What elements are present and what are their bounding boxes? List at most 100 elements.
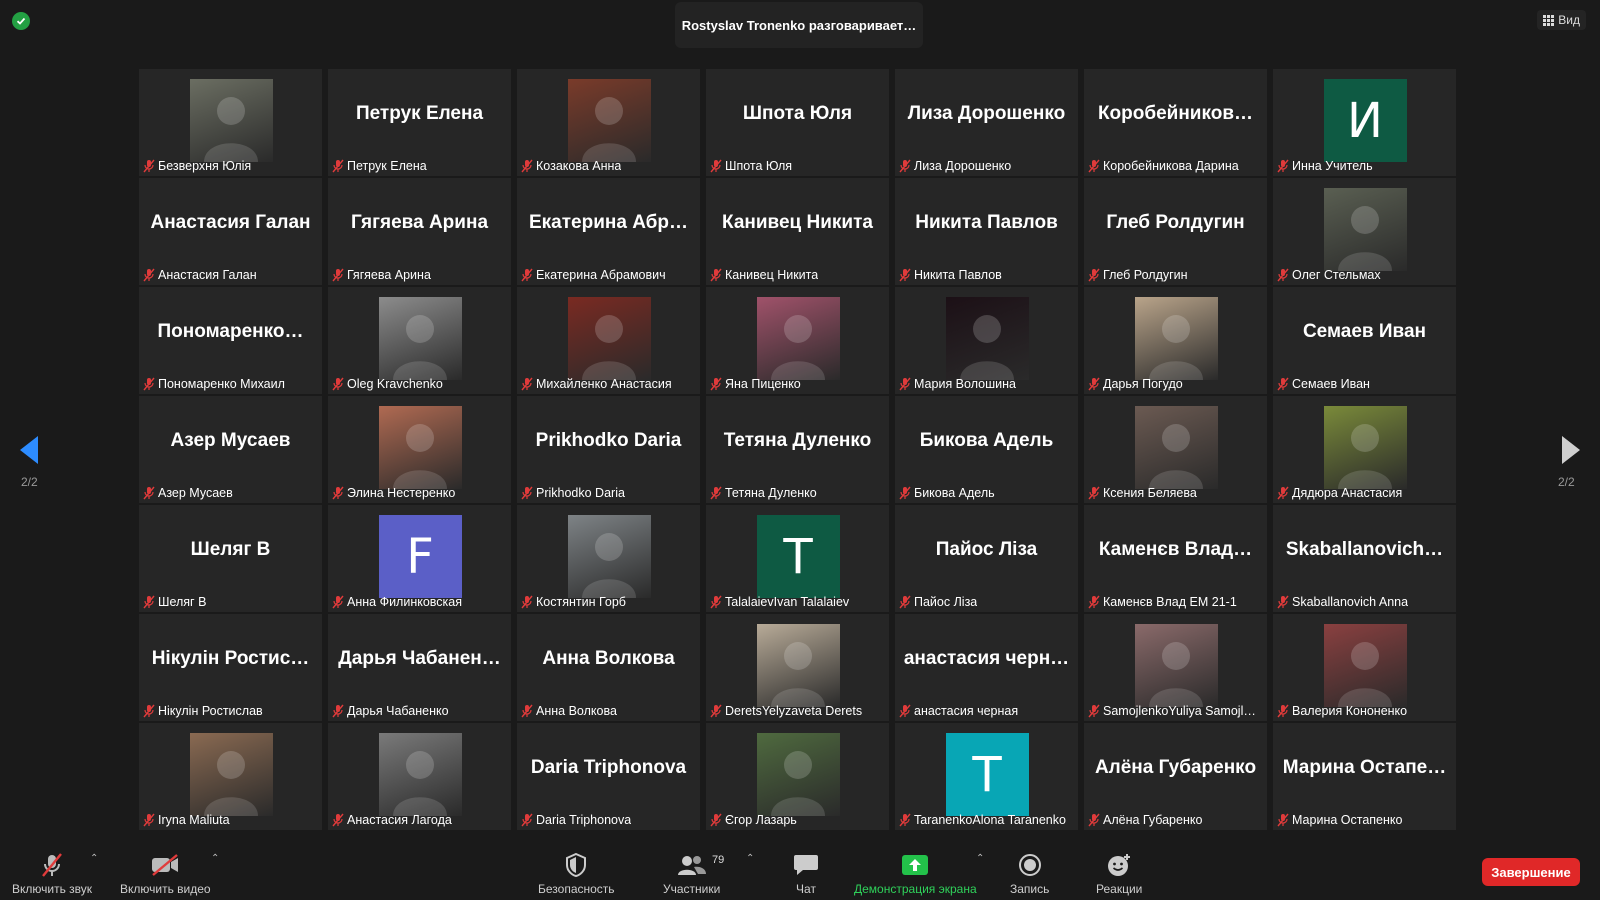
participant-tile[interactable]: Шпота Юля Шпота Юля	[706, 69, 889, 176]
mic-muted-icon	[710, 377, 722, 391]
participant-tile[interactable]: Prikhodko Daria Prikhodko Daria	[517, 396, 700, 503]
participant-name-label: Мария Волошина	[899, 376, 1016, 392]
participant-tile[interactable]: Ксения Беляева	[1084, 396, 1267, 503]
participant-tile[interactable]: Канивец Никита Канивец Никита	[706, 178, 889, 285]
participant-display-name: Бикова Адель	[919, 430, 1054, 451]
participant-name-label: Анастасия Галан	[143, 267, 257, 283]
participant-tile[interactable]: Дарья Погудо	[1084, 287, 1267, 394]
share-options-caret[interactable]: ⌃	[976, 853, 984, 864]
participant-tile[interactable]: Анастасия Лагода	[328, 723, 511, 830]
participant-name: Каменєв Влад ЕМ 21-1	[1103, 595, 1237, 609]
participant-tile[interactable]: Костянтин Горб	[517, 505, 700, 612]
participant-tile[interactable]: Валерия Кононенко	[1273, 614, 1456, 721]
participant-tile[interactable]: Азер Мусаев Азер Мусаев	[139, 396, 322, 503]
participant-name-label: Яна Пиценко	[710, 376, 801, 392]
participant-tile[interactable]: Олег Стельмах	[1273, 178, 1456, 285]
start-video-button[interactable]: Включить видео	[120, 851, 211, 896]
participant-tile[interactable]: Семаев Иван Семаев Иван	[1273, 287, 1456, 394]
chat-button[interactable]: Чат	[793, 851, 819, 896]
unmute-button[interactable]: Включить звук	[12, 851, 92, 896]
participant-name-label: Дарья Погудо	[1088, 376, 1183, 392]
participant-tile[interactable]: Глеб Ролдугин Глеб Ролдугин	[1084, 178, 1267, 285]
participant-letter-avatar: T	[945, 733, 1029, 816]
view-button[interactable]: Вид	[1537, 10, 1586, 30]
participant-tile[interactable]: Daria Triphonova Daria Triphonova	[517, 723, 700, 830]
participant-name: SamojlenkoYuliya Samojl…	[1103, 704, 1256, 718]
participant-tile[interactable]: Iryna Maliuta	[139, 723, 322, 830]
reactions-button[interactable]: Реакции	[1096, 851, 1142, 896]
participant-tile[interactable]: Skaballanovich… Skaballanovich Anna	[1273, 505, 1456, 612]
participant-tile[interactable]: Безверхня Юлія	[139, 69, 322, 176]
participant-name: Анастасия Лагода	[347, 813, 452, 827]
participant-name: Prikhodko Daria	[536, 486, 625, 500]
participant-tile[interactable]: анастасия черн… анастасия черная	[895, 614, 1078, 721]
participant-tile[interactable]: Каменєв Влад… Каменєв Влад ЕМ 21-1	[1084, 505, 1267, 612]
participant-tile[interactable]: Коробейников… Коробейникова Дарина	[1084, 69, 1267, 176]
participants-options-caret[interactable]: ⌃	[746, 853, 754, 864]
reactions-label: Реакции	[1096, 882, 1143, 896]
participant-name: Михайленко Анастасия	[536, 377, 672, 391]
mic-muted-icon	[332, 159, 344, 173]
participant-tile[interactable]: DeretsYelyzaveta Derets	[706, 614, 889, 721]
participant-tile[interactable]: Козакова Анна	[517, 69, 700, 176]
audio-options-caret[interactable]: ⌃	[90, 853, 98, 864]
participant-tile[interactable]: И Инна Учитель	[1273, 69, 1456, 176]
participant-tile[interactable]: Михайленко Анастасия	[517, 287, 700, 394]
participant-tile[interactable]: T TalalaievIvan Talalaiev	[706, 505, 889, 612]
participant-display-name: Пайос Ліза	[935, 539, 1038, 560]
end-meeting-button[interactable]: Завершение	[1482, 858, 1580, 886]
participant-tile[interactable]: Анастасия Галан Анастасия Галан	[139, 178, 322, 285]
participant-tile[interactable]: Лиза Дорошенко Лиза Дорошенко	[895, 69, 1078, 176]
participant-display-name: Daria Triphonova	[530, 757, 687, 778]
participant-tile[interactable]: Бикова Адель Бикова Адель	[895, 396, 1078, 503]
participant-name-label: Пайос Ліза	[899, 594, 977, 610]
previous-page-button[interactable]	[14, 432, 44, 468]
participant-tile[interactable]: Пайос Ліза Пайос Ліза	[895, 505, 1078, 612]
participant-tile[interactable]: Шеляг В Шеляг В	[139, 505, 322, 612]
video-options-caret[interactable]: ⌃	[211, 853, 219, 864]
participant-name-label: Анна Филинковская	[332, 594, 462, 610]
participant-tile[interactable]: Петрук Елена Петрук Елена	[328, 69, 511, 176]
participant-name-label: Семаев Иван	[1277, 376, 1370, 392]
mic-muted-icon	[521, 813, 533, 827]
participant-tile[interactable]: Элина Нестеренко	[328, 396, 511, 503]
participant-tile[interactable]: Алёна Губаренко Алёна Губаренко	[1084, 723, 1267, 830]
participant-tile[interactable]: Єгор Лазарь	[706, 723, 889, 830]
security-button[interactable]: Безопасность	[538, 851, 615, 896]
arrow-right-icon	[1562, 436, 1580, 464]
participant-tile[interactable]: Пономаренко… Пономаренко Михаил	[139, 287, 322, 394]
participant-tile[interactable]: Никита Павлов Никита Павлов	[895, 178, 1078, 285]
participant-display-name: Нікулін Ростис…	[151, 648, 310, 669]
participant-name: Никита Павлов	[914, 268, 1002, 282]
record-button[interactable]: Запись	[1010, 851, 1049, 896]
participant-tile[interactable]: SamojlenkoYuliya Samojl…	[1084, 614, 1267, 721]
participant-name-label: Безверхня Юлія	[143, 158, 251, 174]
next-page-button[interactable]	[1556, 432, 1586, 468]
participant-tile[interactable]: F Анна Филинковская	[328, 505, 511, 612]
participant-tile[interactable]: Мария Волошина	[895, 287, 1078, 394]
participant-tile[interactable]: Гягяева Арина Гягяева Арина	[328, 178, 511, 285]
participant-tile[interactable]: Oleg Kravchenko	[328, 287, 511, 394]
secure-shield-icon[interactable]	[12, 12, 30, 30]
participant-tile[interactable]: Анна Волкова Анна Волкова	[517, 614, 700, 721]
participant-name: Екатерина Абрамович	[536, 268, 666, 282]
participant-tile[interactable]: Дядюра Анастасия	[1273, 396, 1456, 503]
participant-name-label: Дарья Чабаненко	[332, 703, 449, 719]
participant-display-name: Петрук Елена	[355, 103, 484, 124]
participant-tile[interactable]: Тетяна Дуленко Тетяна Дуленко	[706, 396, 889, 503]
participant-tile[interactable]: T TaranenkoAlona Taranenko	[895, 723, 1078, 830]
participant-tile[interactable]: Дарья Чабанен… Дарья Чабаненко	[328, 614, 511, 721]
grid-view-icon	[1543, 14, 1555, 26]
mic-muted-icon	[899, 813, 911, 827]
chat-label: Чат	[796, 882, 816, 896]
participant-tile[interactable]: Марина Остапе… Марина Остапенко	[1273, 723, 1456, 830]
participant-tile[interactable]: Яна Пиценко	[706, 287, 889, 394]
participant-name-label: Каменєв Влад ЕМ 21-1	[1088, 594, 1237, 610]
mic-muted-icon	[143, 595, 155, 609]
mic-muted-icon	[521, 377, 533, 391]
mic-muted-icon	[332, 813, 344, 827]
participant-tile[interactable]: Нікулін Ростис… Нікулін Ростислав	[139, 614, 322, 721]
share-screen-button[interactable]: Демонстрация экрана	[854, 851, 977, 896]
mic-muted-icon	[143, 159, 155, 173]
participant-tile[interactable]: Екатерина Абр… Екатерина Абрамович	[517, 178, 700, 285]
